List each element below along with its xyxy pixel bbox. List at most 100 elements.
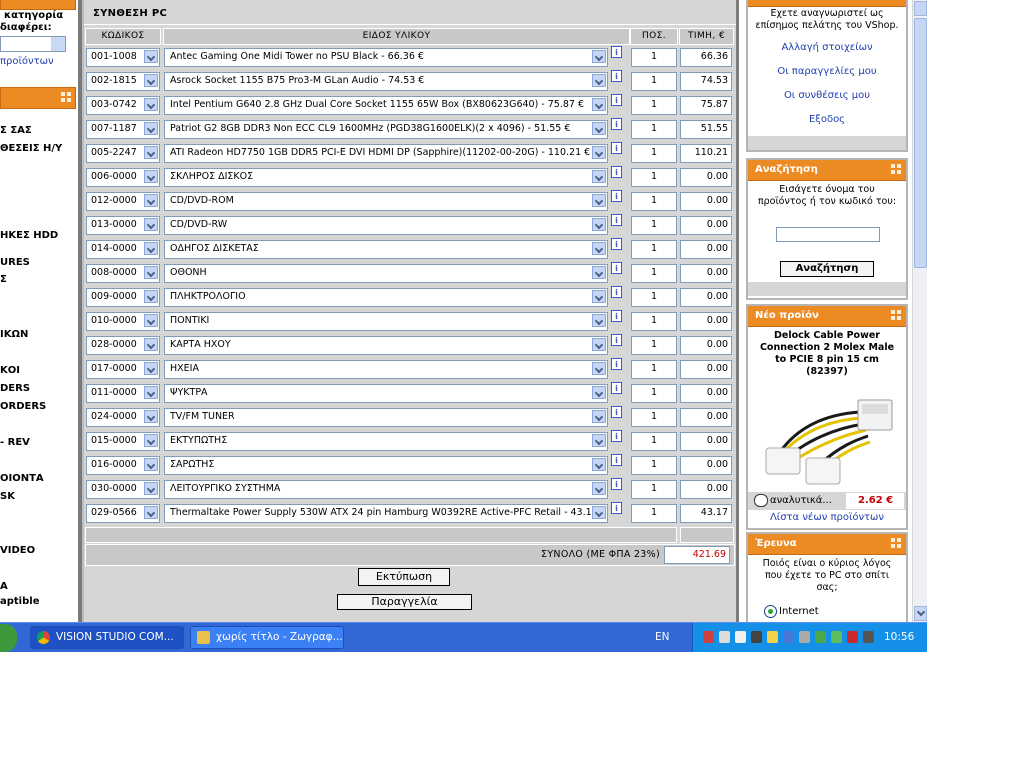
quantity-field[interactable]: 1	[631, 288, 677, 307]
code-select[interactable]: 012-0000	[86, 192, 160, 211]
category-select[interactable]	[0, 36, 66, 52]
chevron-down-icon[interactable]	[592, 194, 606, 207]
chevron-down-icon[interactable]	[144, 434, 158, 447]
chevron-down-icon[interactable]	[144, 98, 158, 111]
account-link-builds[interactable]: Οι συνθέσεις μου	[748, 90, 906, 101]
item-select[interactable]: ΕΚΤΥΠΩΤΗΣ	[164, 432, 608, 451]
info-icon[interactable]: i	[611, 454, 622, 466]
shield-icon[interactable]	[847, 631, 858, 643]
info-icon[interactable]: i	[611, 334, 622, 346]
chevron-down-icon[interactable]	[144, 50, 158, 63]
chevron-down-icon[interactable]	[144, 170, 158, 183]
chevron-down-icon[interactable]	[144, 506, 158, 519]
chevron-down-icon[interactable]	[592, 242, 606, 255]
code-select[interactable]: 029-0566	[86, 504, 160, 523]
tray-icon[interactable]	[767, 631, 778, 643]
chevron-down-icon[interactable]	[144, 194, 158, 207]
chevron-down-icon[interactable]	[144, 290, 158, 303]
code-select[interactable]: 014-0000	[86, 240, 160, 259]
code-select[interactable]: 013-0000	[86, 216, 160, 235]
info-icon[interactable]: i	[611, 142, 622, 154]
info-icon[interactable]: i	[611, 262, 622, 274]
item-select[interactable]: Thermaltake Power Supply 530W ATX 24 pin…	[164, 504, 608, 523]
chevron-down-icon[interactable]	[592, 146, 606, 159]
info-icon[interactable]: i	[611, 70, 622, 82]
item-select[interactable]: ΣΑΡΩΤΗΣ	[164, 456, 608, 475]
language-indicator[interactable]: EN	[655, 631, 670, 643]
tray-icon[interactable]	[735, 631, 746, 643]
info-icon[interactable]: i	[611, 94, 622, 106]
chevron-down-icon[interactable]	[592, 410, 606, 423]
info-icon[interactable]: i	[611, 118, 622, 130]
info-icon[interactable]: i	[611, 46, 622, 58]
chevron-down-icon[interactable]	[144, 74, 158, 87]
account-link-orders[interactable]: Οι παραγγελίες μου	[748, 66, 906, 77]
start-button[interactable]	[0, 624, 17, 652]
chevron-down-icon[interactable]	[592, 482, 606, 495]
scrollbar-thumb[interactable]	[914, 18, 927, 268]
code-select[interactable]: 015-0000	[86, 432, 160, 451]
chevron-down-icon[interactable]	[592, 266, 606, 279]
print-button[interactable]: Εκτύπωση	[358, 568, 450, 586]
search-input[interactable]	[776, 227, 880, 242]
code-select[interactable]: 002-1815	[86, 72, 160, 91]
poll-radio[interactable]	[764, 605, 777, 618]
left-menu-item[interactable]: ΗΚΕΣ HDD	[0, 230, 58, 241]
order-button[interactable]: Παραγγελία	[337, 594, 472, 610]
quantity-field[interactable]: 1	[631, 504, 677, 523]
chevron-down-icon[interactable]	[592, 50, 606, 63]
item-select[interactable]: Intel Pentium G640 2.8 GHz Dual Core Soc…	[164, 96, 608, 115]
info-icon[interactable]: i	[611, 238, 622, 250]
quantity-field[interactable]: 1	[631, 456, 677, 475]
item-select[interactable]: ΚΑΡΤΑ ΗΧΟΥ	[164, 336, 608, 355]
code-select[interactable]: 030-0000	[86, 480, 160, 499]
chevron-down-icon[interactable]	[592, 122, 606, 135]
info-icon[interactable]: i	[611, 310, 622, 322]
chevron-down-icon[interactable]	[144, 266, 158, 279]
tray-icon[interactable]	[799, 631, 810, 643]
code-select[interactable]: 024-0000	[86, 408, 160, 427]
left-menu-item[interactable]: URES	[0, 257, 30, 268]
search-button[interactable]: Αναζήτηση	[780, 261, 874, 277]
item-select[interactable]: ΨΥΚΤΡΑ	[164, 384, 608, 403]
left-menu-item[interactable]: ORDERS	[0, 401, 46, 412]
item-select[interactable]: TV/FM TUNER	[164, 408, 608, 427]
info-icon[interactable]: i	[611, 190, 622, 202]
left-menu-item[interactable]: ΙΚΩΝ	[0, 329, 28, 340]
chevron-down-icon[interactable]	[592, 338, 606, 351]
code-select[interactable]: 005-2247	[86, 144, 160, 163]
chevron-down-icon[interactable]	[144, 362, 158, 375]
product-image[interactable]	[760, 384, 896, 490]
chevron-down-icon[interactable]	[592, 362, 606, 375]
info-icon[interactable]: i	[611, 478, 622, 490]
chevron-down-icon[interactable]	[592, 458, 606, 471]
network-icon[interactable]	[783, 631, 794, 643]
left-menu-item[interactable]: VIDEO	[0, 545, 35, 556]
chevron-down-icon[interactable]	[592, 74, 606, 87]
chevron-down-icon[interactable]	[592, 314, 606, 327]
item-select[interactable]: ΟΘΟΝΗ	[164, 264, 608, 283]
chevron-down-icon[interactable]	[144, 146, 158, 159]
left-menu-item[interactable]: ΚΟΙ	[0, 365, 20, 376]
chevron-down-icon[interactable]	[144, 122, 158, 135]
quantity-field[interactable]: 1	[631, 144, 677, 163]
left-menu-item[interactable]: SK	[0, 491, 15, 502]
item-select[interactable]: CD/DVD-RW	[164, 216, 608, 235]
account-link-edit[interactable]: Αλλαγή στοιχείων	[748, 42, 906, 53]
item-select[interactable]: ΗΧΕΙΑ	[164, 360, 608, 379]
code-select[interactable]: 011-0000	[86, 384, 160, 403]
scroll-up-button[interactable]	[914, 1, 927, 16]
quantity-field[interactable]: 1	[631, 216, 677, 235]
item-select[interactable]: ΟΔΗΓΟΣ ΔΙΣΚΕΤΑΣ	[164, 240, 608, 259]
chevron-down-icon[interactable]	[592, 170, 606, 183]
quantity-field[interactable]: 1	[631, 48, 677, 67]
quantity-field[interactable]: 1	[631, 192, 677, 211]
chevron-down-icon[interactable]	[592, 290, 606, 303]
chevron-down-icon[interactable]	[144, 458, 158, 471]
info-icon[interactable]: i	[611, 406, 622, 418]
speaker-icon[interactable]	[751, 631, 762, 643]
info-icon[interactable]: i	[611, 166, 622, 178]
item-select[interactable]: Antec Gaming One Midi Tower no PSU Black…	[164, 48, 608, 67]
scroll-down-button[interactable]	[914, 606, 927, 621]
quantity-field[interactable]: 1	[631, 384, 677, 403]
